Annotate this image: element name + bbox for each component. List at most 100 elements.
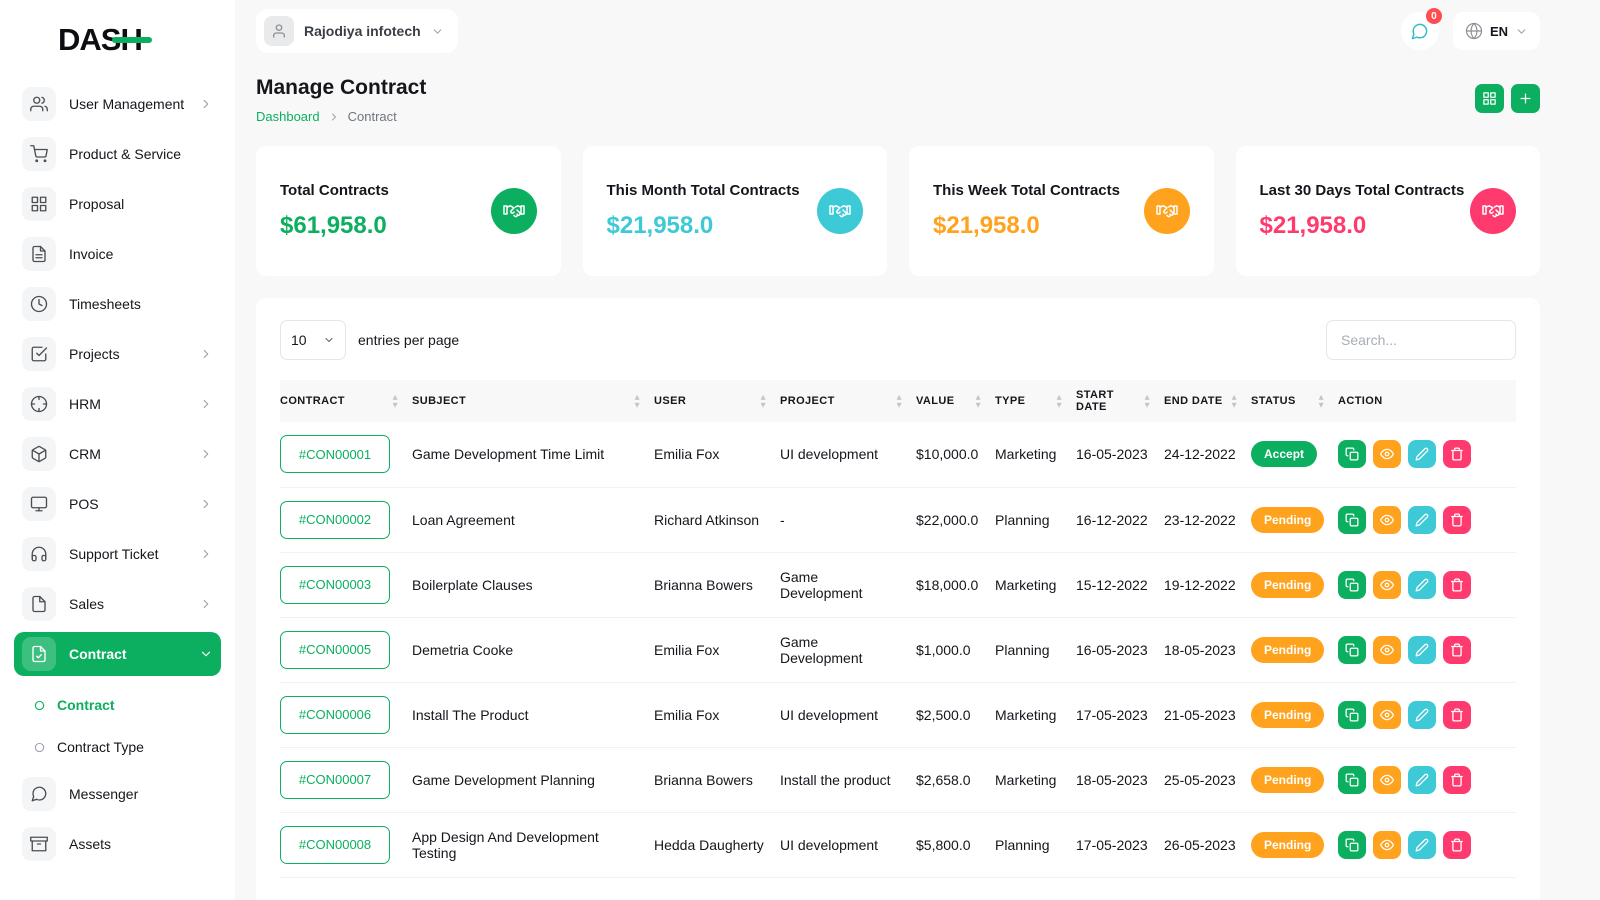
sidebar-item-sales[interactable]: Sales [14, 582, 221, 626]
row-actions [1338, 636, 1502, 664]
chevron-down-icon [431, 25, 444, 38]
sidebar-item-hrm[interactable]: HRM [14, 382, 221, 426]
sidebar-item-support-ticket[interactable]: Support Ticket [14, 532, 221, 576]
stat-value: $21,958.0 [1260, 212, 1465, 240]
column-header-value[interactable]: VALUE▲▼ [916, 380, 995, 422]
trash-icon [1450, 708, 1464, 722]
status-badge: Pending [1251, 572, 1324, 598]
duplicate-button[interactable] [1338, 506, 1366, 534]
sidebar-item-crm[interactable]: CRM [14, 432, 221, 476]
contract-id-link[interactable]: #CON00005 [280, 631, 390, 669]
type-cell: Planning [995, 812, 1076, 877]
box-icon [22, 437, 56, 471]
breadcrumb-current: Contract [348, 109, 397, 124]
delete-button[interactable] [1443, 571, 1471, 599]
search-input[interactable] [1326, 320, 1516, 360]
grid-view-button[interactable] [1475, 84, 1504, 113]
edit-button[interactable] [1408, 636, 1436, 664]
view-button[interactable] [1373, 701, 1401, 729]
column-header-end-date[interactable]: END DATE▲▼ [1164, 380, 1251, 422]
column-header-type[interactable]: TYPE▲▼ [995, 380, 1076, 422]
duplicate-button[interactable] [1338, 571, 1366, 599]
type-cell: Marketing [995, 422, 1076, 487]
row-actions [1338, 440, 1502, 468]
sidebar-item-proposal[interactable]: Proposal [14, 182, 221, 226]
language-selector[interactable]: EN [1453, 12, 1540, 50]
type-cell: Planning [995, 487, 1076, 552]
column-header-status[interactable]: STATUS▲▼ [1251, 380, 1338, 422]
delete-button[interactable] [1443, 766, 1471, 794]
duplicate-button[interactable] [1338, 831, 1366, 859]
column-header-project[interactable]: PROJECT▲▼ [780, 380, 916, 422]
sidebar-item-invoice[interactable]: Invoice [14, 232, 221, 276]
shopping-cart-icon [22, 137, 56, 171]
sidebar: DASH User Management Product & Service P… [0, 0, 235, 900]
edit-button[interactable] [1408, 571, 1436, 599]
value-cell: $2,500.0 [916, 682, 995, 747]
start-date-cell: 16-05-2023 [1076, 422, 1164, 487]
add-contract-button[interactable] [1511, 84, 1540, 113]
brand-logo[interactable]: DASH [58, 22, 142, 58]
edit-button[interactable] [1408, 440, 1436, 468]
delete-button[interactable] [1443, 506, 1471, 534]
row-actions [1338, 571, 1502, 599]
project-cell: UI development [780, 682, 916, 747]
sidebar-item-timesheets[interactable]: Timesheets [14, 282, 221, 326]
contract-id-link[interactable]: #CON00006 [280, 696, 390, 734]
row-actions [1338, 701, 1502, 729]
contract-id-link[interactable]: #CON00001 [280, 435, 390, 473]
edit-button[interactable] [1408, 506, 1436, 534]
view-button[interactable] [1373, 831, 1401, 859]
duplicate-button[interactable] [1338, 766, 1366, 794]
sidebar-item-product-service[interactable]: Product & Service [14, 132, 221, 176]
table-controls: 10 entries per page [280, 320, 1516, 360]
circle-icon [34, 742, 45, 753]
view-button[interactable] [1373, 506, 1401, 534]
page-actions [1475, 84, 1540, 113]
sidebar-item-pos[interactable]: POS [14, 482, 221, 526]
duplicate-button[interactable] [1338, 701, 1366, 729]
column-header-user[interactable]: USER▲▼ [654, 380, 780, 422]
view-button[interactable] [1373, 440, 1401, 468]
contract-id-link[interactable]: #CON00003 [280, 566, 390, 604]
edit-button[interactable] [1408, 701, 1436, 729]
user-cell: Brianna Bowers [654, 552, 780, 617]
contract-id-link[interactable]: #CON00002 [280, 501, 390, 539]
contract-id-link[interactable]: #CON00007 [280, 761, 390, 799]
pencil-icon [1415, 643, 1429, 657]
table-row: #CON00002 Loan Agreement Richard Atkinso… [280, 487, 1516, 552]
sidebar-subitem-contract[interactable]: Contract [34, 684, 221, 726]
status-badge: Pending [1251, 832, 1324, 858]
delete-button[interactable] [1443, 831, 1471, 859]
breadcrumb-dashboard-link[interactable]: Dashboard [256, 109, 320, 124]
user-cell: Emilia Fox [654, 422, 780, 487]
contract-id-link[interactable]: #CON00008 [280, 826, 390, 864]
delete-button[interactable] [1443, 701, 1471, 729]
duplicate-button[interactable] [1338, 636, 1366, 664]
view-button[interactable] [1373, 636, 1401, 664]
delete-button[interactable] [1443, 440, 1471, 468]
entries-per-page-select[interactable]: 10 [280, 320, 346, 360]
trash-icon [1450, 643, 1464, 657]
subject-cell: Boilerplate Clauses [412, 552, 654, 617]
sort-icon: ▲▼ [1145, 394, 1150, 408]
contract-table-body: #CON00001 Game Development Time Limit Em… [280, 422, 1516, 877]
sidebar-subitem-contract-type[interactable]: Contract Type [34, 726, 221, 768]
sidebar-item-user-management[interactable]: User Management [14, 82, 221, 126]
sidebar-item-assets[interactable]: Assets [14, 822, 221, 866]
messages-button[interactable]: 0 [1401, 12, 1439, 50]
view-button[interactable] [1373, 766, 1401, 794]
view-button[interactable] [1373, 571, 1401, 599]
company-selector[interactable]: Rajodiya infotech [256, 9, 458, 53]
column-header-subject[interactable]: SUBJECT▲▼ [412, 380, 654, 422]
sidebar-item-messenger[interactable]: Messenger [14, 772, 221, 816]
sidebar-item-projects[interactable]: Projects [14, 332, 221, 376]
duplicate-button[interactable] [1338, 440, 1366, 468]
trash-icon [1450, 838, 1464, 852]
sidebar-item-contract[interactable]: Contract [14, 632, 221, 676]
edit-button[interactable] [1408, 766, 1436, 794]
delete-button[interactable] [1443, 636, 1471, 664]
column-header-contract[interactable]: CONTRACT▲▼ [280, 380, 412, 422]
column-header-start-date[interactable]: START DATE▲▼ [1076, 380, 1164, 422]
edit-button[interactable] [1408, 831, 1436, 859]
